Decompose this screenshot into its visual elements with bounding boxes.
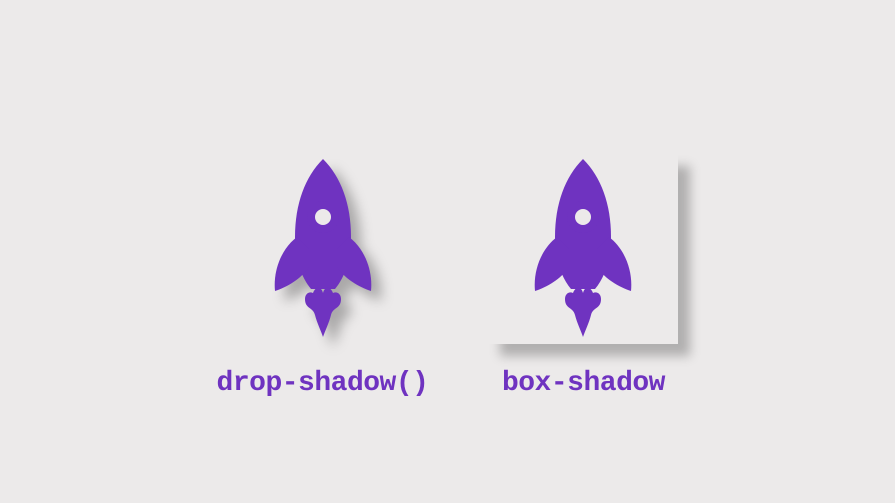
rocket-icon [513,159,653,339]
drop-shadow-label: drop-shadow() [217,368,429,399]
comparison-container: drop-shadow() box-shadow [217,104,679,399]
box-shadow-example: box-shadow [488,154,678,399]
box-shadow-label: box-shadow [502,368,665,399]
box-shadow-box [488,154,678,344]
drop-shadow-box [228,154,418,344]
rocket-icon [253,159,393,339]
drop-shadow-example: drop-shadow() [217,154,429,399]
